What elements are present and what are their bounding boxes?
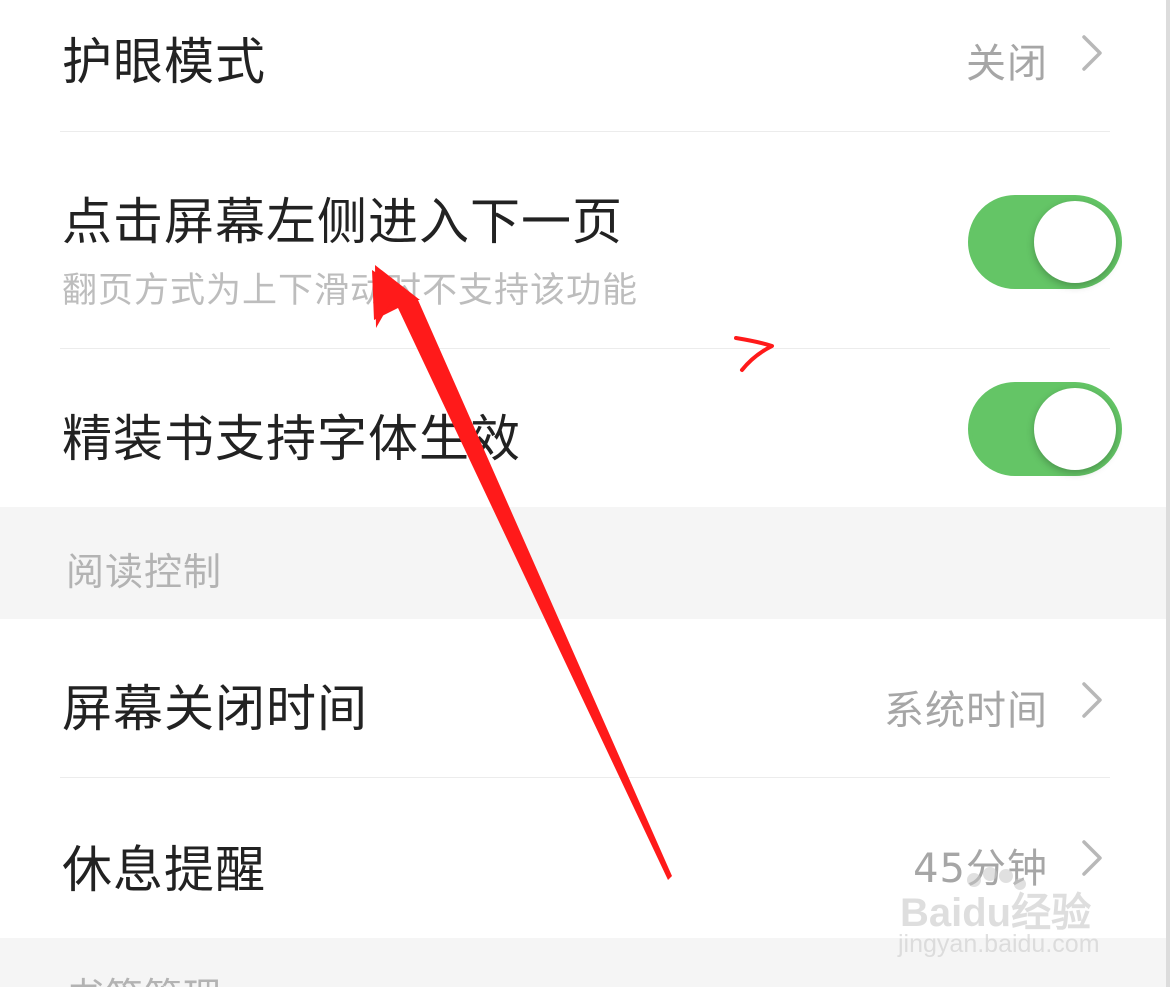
toggle-knob	[1034, 388, 1116, 470]
rest-reminder-label: 休息提醒	[62, 841, 266, 899]
settings-row-screen-off-time[interactable]: 屏幕关闭时间 系统时间	[0, 619, 1170, 777]
tap-left-label: 点击屏幕左侧进入下一页	[62, 193, 623, 251]
tap-left-hint: 翻页方式为上下滑动时不支持该功能	[62, 271, 639, 311]
eye-mode-value: 关闭	[966, 41, 1048, 87]
section-header-reading-control: 阅读控制	[0, 507, 1170, 619]
settings-row-eye-mode[interactable]: 护眼模式 关闭	[0, 0, 1170, 132]
watermark-site: jingyan.baidu.com	[898, 930, 1100, 958]
chevron-right-icon	[1082, 35, 1102, 71]
screen-off-value: 系统时间	[884, 688, 1048, 734]
font-effect-toggle[interactable]	[968, 382, 1122, 476]
eye-mode-label: 护眼模式	[62, 33, 266, 91]
tap-left-toggle[interactable]	[968, 195, 1122, 289]
settings-row-tap-left-next-page: 点击屏幕左侧进入下一页 翻页方式为上下滑动时不支持该功能	[0, 132, 1170, 348]
baidu-watermark: Baidu经验 jingyan.baidu.com	[896, 866, 1116, 966]
section-title: 书签管理	[66, 966, 222, 987]
section-title: 阅读控制	[66, 550, 223, 594]
scrollbar-edge	[1166, 0, 1170, 987]
chevron-right-icon	[1082, 682, 1102, 718]
toggle-knob	[1034, 201, 1116, 283]
settings-row-font-effect: 精装书支持字体生效	[0, 349, 1170, 507]
font-effect-label: 精装书支持字体生效	[62, 410, 521, 468]
screen-off-label: 屏幕关闭时间	[62, 680, 368, 738]
